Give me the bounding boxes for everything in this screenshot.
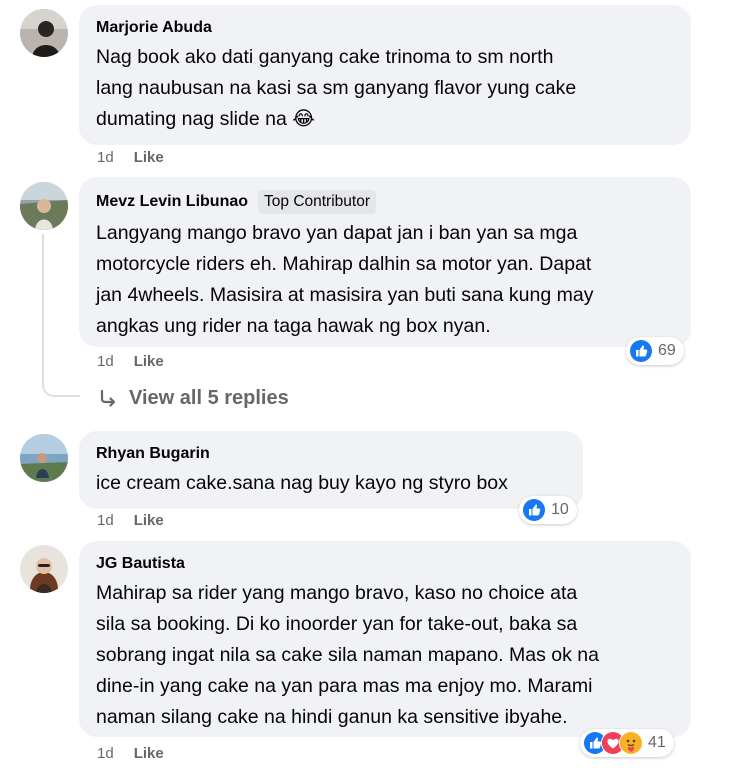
like-reaction-icon: [629, 339, 653, 363]
care-reaction-icon: [619, 731, 643, 755]
top-contributor-badge[interactable]: Top Contributor: [258, 190, 376, 214]
comment-meta: 1d Like: [97, 745, 164, 762]
avatar[interactable]: [20, 434, 68, 482]
like-reaction-icon: [522, 498, 546, 522]
reaction-count: 41: [648, 734, 666, 751]
comment-timestamp[interactable]: 1d: [97, 745, 114, 762]
avatar[interactable]: [20, 9, 68, 57]
comment-meta: 1d Like: [97, 512, 164, 529]
comment-bubble: Mevz Levin Libunao Top Contributor Langy…: [79, 177, 691, 347]
comment-bubble: Marjorie Abuda Nag book ako dati ganyang…: [79, 5, 691, 145]
comment-meta: 1d Like: [97, 149, 164, 166]
comment-text: ice cream cake.sana nag buy kayo ng styr…: [96, 472, 508, 494]
avatar[interactable]: [20, 545, 68, 593]
comment-bubble: JG Bautista Mahirap sa rider yang mango …: [79, 541, 691, 737]
like-button[interactable]: Like: [134, 149, 164, 166]
comment-text: Mahirap sa rider yang mango bravo, kaso …: [96, 582, 599, 728]
reaction-count: 69: [658, 342, 676, 359]
like-button[interactable]: Like: [134, 745, 164, 762]
comment-timestamp[interactable]: 1d: [97, 353, 114, 370]
comment-author[interactable]: Rhyan Bugarin: [96, 444, 565, 464]
comment-author[interactable]: JG Bautista: [96, 554, 673, 574]
reaction-summary[interactable]: 69: [626, 337, 684, 365]
reaction-summary[interactable]: 41: [580, 729, 674, 757]
comment-author[interactable]: Mevz Levin Libunao Top Contributor: [96, 190, 673, 214]
like-button[interactable]: Like: [134, 512, 164, 529]
reaction-summary[interactable]: 10: [519, 496, 577, 524]
comment-author[interactable]: Marjorie Abuda: [96, 18, 673, 38]
comment-text: Nag book ako dati ganyang cake trinoma t…: [96, 46, 577, 130]
avatar[interactable]: [20, 182, 68, 230]
comment-bubble: Rhyan Bugarin ice cream cake.sana nag bu…: [79, 431, 583, 509]
view-replies-link[interactable]: View all 5 replies: [97, 387, 289, 410]
comment-timestamp[interactable]: 1d: [97, 149, 114, 166]
comment-text: Langyang mango bravo yan dapat jan i ban…: [96, 222, 594, 337]
like-button[interactable]: Like: [134, 353, 164, 370]
reaction-count: 10: [551, 501, 569, 518]
comment-timestamp[interactable]: 1d: [97, 512, 114, 529]
reply-arrow-icon: [97, 388, 119, 410]
thread-line: [42, 234, 80, 397]
comment-meta: 1d Like: [97, 353, 164, 370]
